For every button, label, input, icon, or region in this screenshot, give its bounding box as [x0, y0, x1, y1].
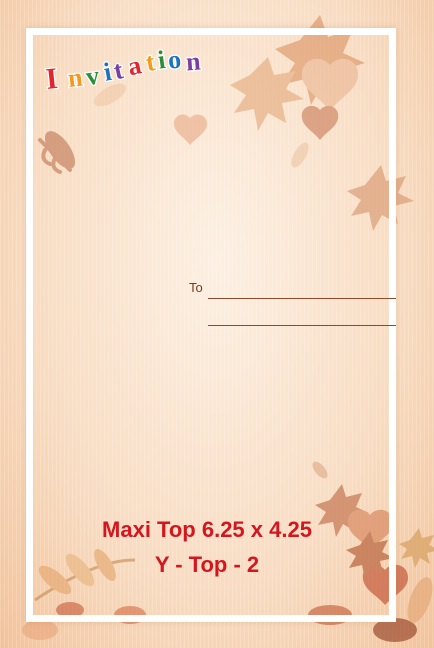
- size-label: Maxi Top 6.25 x 4.25: [102, 517, 312, 542]
- to-label: To: [189, 280, 203, 295]
- recipient-line-1: [208, 298, 396, 299]
- title-letter: t: [111, 55, 126, 85]
- title-letter: n: [185, 47, 202, 77]
- invitation-card: I n v i t a t i o n To Maxi Top 6.25 x 4…: [0, 0, 434, 648]
- title-letter: v: [84, 61, 101, 92]
- title-letter: o: [166, 45, 182, 75]
- title-letter: t: [144, 47, 158, 77]
- title-letter: I: [44, 62, 59, 96]
- invitation-title: I n v i t a t i o n: [44, 43, 203, 97]
- title-letter: i: [156, 45, 167, 75]
- code-label: Y - Top - 2: [154, 552, 260, 577]
- title-letter: n: [66, 63, 84, 93]
- title-letter: a: [125, 50, 144, 81]
- recipient-line-2: [208, 325, 396, 326]
